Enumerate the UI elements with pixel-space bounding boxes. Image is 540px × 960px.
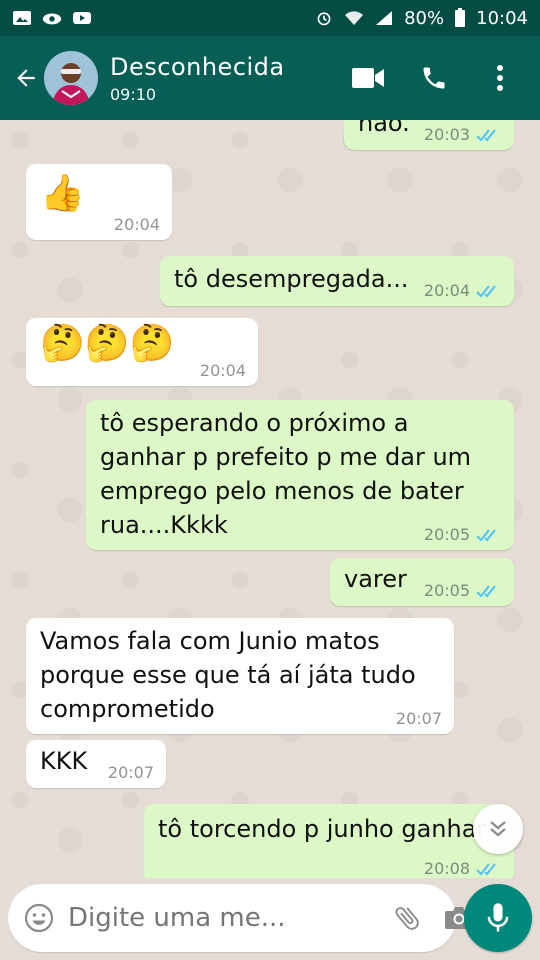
contact-name: Desconhecida <box>110 52 285 81</box>
message-time: 20:04 <box>199 361 246 380</box>
emoji-button[interactable] <box>24 902 54 934</box>
status-time: 10:04 <box>476 7 528 29</box>
message-text: KKK <box>40 747 88 775</box>
avatar[interactable] <box>44 51 98 105</box>
message-input[interactable] <box>68 903 392 933</box>
battery-icon <box>455 8 466 27</box>
phone-icon <box>423 67 445 89</box>
message-emoji: 👍 <box>40 173 85 214</box>
message-composer <box>8 884 473 952</box>
scroll-down-icon <box>490 821 506 837</box>
scroll-to-bottom-button[interactable] <box>473 804 523 854</box>
message-bubble[interactable]: Vamos fala com Junio matos porque esse q… <box>26 618 454 734</box>
more-options-button[interactable] <box>484 62 516 94</box>
read-ticks-icon <box>476 529 496 542</box>
contact-info[interactable]: Desconhecida 09:10 <box>110 53 352 104</box>
message-time: 20:07 <box>395 709 442 728</box>
voice-call-button[interactable] <box>418 62 450 94</box>
wifi-icon <box>345 11 364 25</box>
read-ticks-icon <box>476 285 496 298</box>
read-ticks-icon <box>476 129 496 142</box>
alarm-icon <box>317 12 331 26</box>
video-notification-icon <box>73 12 91 24</box>
battery-percent: 80% <box>404 7 445 29</box>
contact-subtitle: 09:10 <box>110 84 157 104</box>
message-emoji: 🤔🤔🤔 <box>40 323 175 364</box>
message-time: 20:03 <box>423 125 470 144</box>
message-bubble[interactable]: não. 20:03 <box>344 120 514 150</box>
message-time: 20:08 <box>423 859 470 878</box>
more-vert-icon <box>497 65 503 91</box>
message-time: 20:05 <box>423 525 470 544</box>
chat-header: Desconhecida 09:10 <box>0 36 540 120</box>
message-bubble[interactable]: tô desempregada... 20:04 <box>160 256 514 306</box>
mic-icon <box>487 903 509 932</box>
read-ticks-icon <box>476 863 496 876</box>
message-text: não. <box>358 120 410 137</box>
signal-icon <box>376 11 393 25</box>
read-ticks-icon <box>476 585 496 598</box>
message-bubble[interactable]: 🤔🤔🤔 20:04 <box>26 318 258 386</box>
video-call-icon <box>352 68 384 88</box>
message-time: 20:04 <box>113 215 160 234</box>
emoji-icon <box>24 903 54 933</box>
message-text: tô torcendo p junho ganhar <box>158 815 487 843</box>
message-time: 20:04 <box>423 281 470 300</box>
avatar-image <box>44 51 98 105</box>
message-bubble[interactable]: tô esperando o próximo a ganhar p prefei… <box>86 400 514 550</box>
attach-icon <box>395 907 419 930</box>
message-text: tô esperando o próximo a ganhar p prefei… <box>100 409 472 539</box>
status-bar: 80% 10:04 <box>0 0 540 36</box>
video-call-button[interactable] <box>352 62 384 94</box>
message-bubble[interactable]: varer 20:05 <box>330 558 514 606</box>
message-time: 20:05 <box>423 581 470 600</box>
back-button[interactable] <box>10 62 42 94</box>
gallery-notification-icon <box>13 11 31 25</box>
message-bubble[interactable]: KKK 20:07 <box>26 740 166 788</box>
message-bubble[interactable]: 👍 20:04 <box>26 164 172 240</box>
chat-area[interactable]: não. 20:03 👍 20:04 tô desempregada... 20… <box>0 120 540 878</box>
message-text: tô desempregada... <box>174 265 409 293</box>
mic-button[interactable] <box>464 884 532 952</box>
message-text: Vamos fala com Junio matos porque esse q… <box>40 627 416 723</box>
attach-button[interactable] <box>392 902 422 934</box>
message-text: varer <box>344 565 407 593</box>
back-arrow-icon <box>17 69 35 87</box>
message-bubble[interactable]: tô torcendo p junho ganhar 20:08 <box>144 804 514 878</box>
message-time: 20:07 <box>107 763 154 782</box>
cloud-notification-icon <box>42 13 62 25</box>
